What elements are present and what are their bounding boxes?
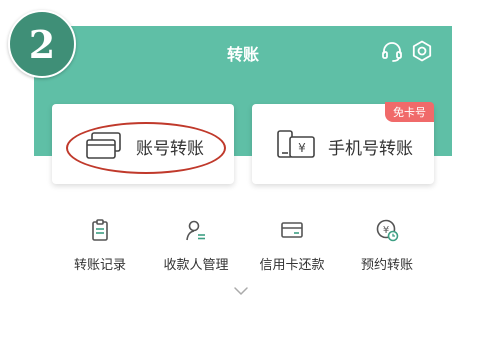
credit-card-repayment-button[interactable]: 信用卡还款 xyxy=(247,218,337,278)
credit-card-repayment-label: 信用卡还款 xyxy=(259,258,325,273)
account-transfer-label: 账号转账 xyxy=(136,139,204,159)
headset-icon[interactable] xyxy=(380,39,404,63)
scheduled-transfer-label: 预约转账 xyxy=(360,258,413,273)
scheduled-transfer-button[interactable]: ¥ 预约转账 xyxy=(342,218,432,278)
phone-yen-icon: ¥ xyxy=(277,130,315,158)
phone-transfer-label: 手机号转账 xyxy=(328,139,413,159)
svg-text:¥: ¥ xyxy=(298,141,306,155)
chevron-down-icon[interactable] xyxy=(233,286,249,296)
payee-management-button[interactable]: 收款人管理 xyxy=(151,218,241,278)
gear-icon[interactable] xyxy=(410,39,434,63)
user-transfer-icon xyxy=(186,220,205,241)
yen-clock-icon: ¥ xyxy=(376,219,399,242)
account-transfer-card[interactable]: 账号转账 xyxy=(52,104,234,184)
phone-transfer-card[interactable]: 免卡号 ¥ 手机号转账 xyxy=(252,102,434,184)
transfer-records-label: 转账记录 xyxy=(73,258,126,273)
transfer-records-button[interactable]: 转账记录 xyxy=(55,218,145,278)
card-stack-icon xyxy=(86,132,121,159)
payee-management-label: 收款人管理 xyxy=(163,258,229,273)
credit-card-icon xyxy=(281,222,303,238)
no-card-tag: 免卡号 xyxy=(385,102,434,122)
step-number-badge: 2 xyxy=(8,10,76,78)
clipboard-icon xyxy=(92,219,108,241)
